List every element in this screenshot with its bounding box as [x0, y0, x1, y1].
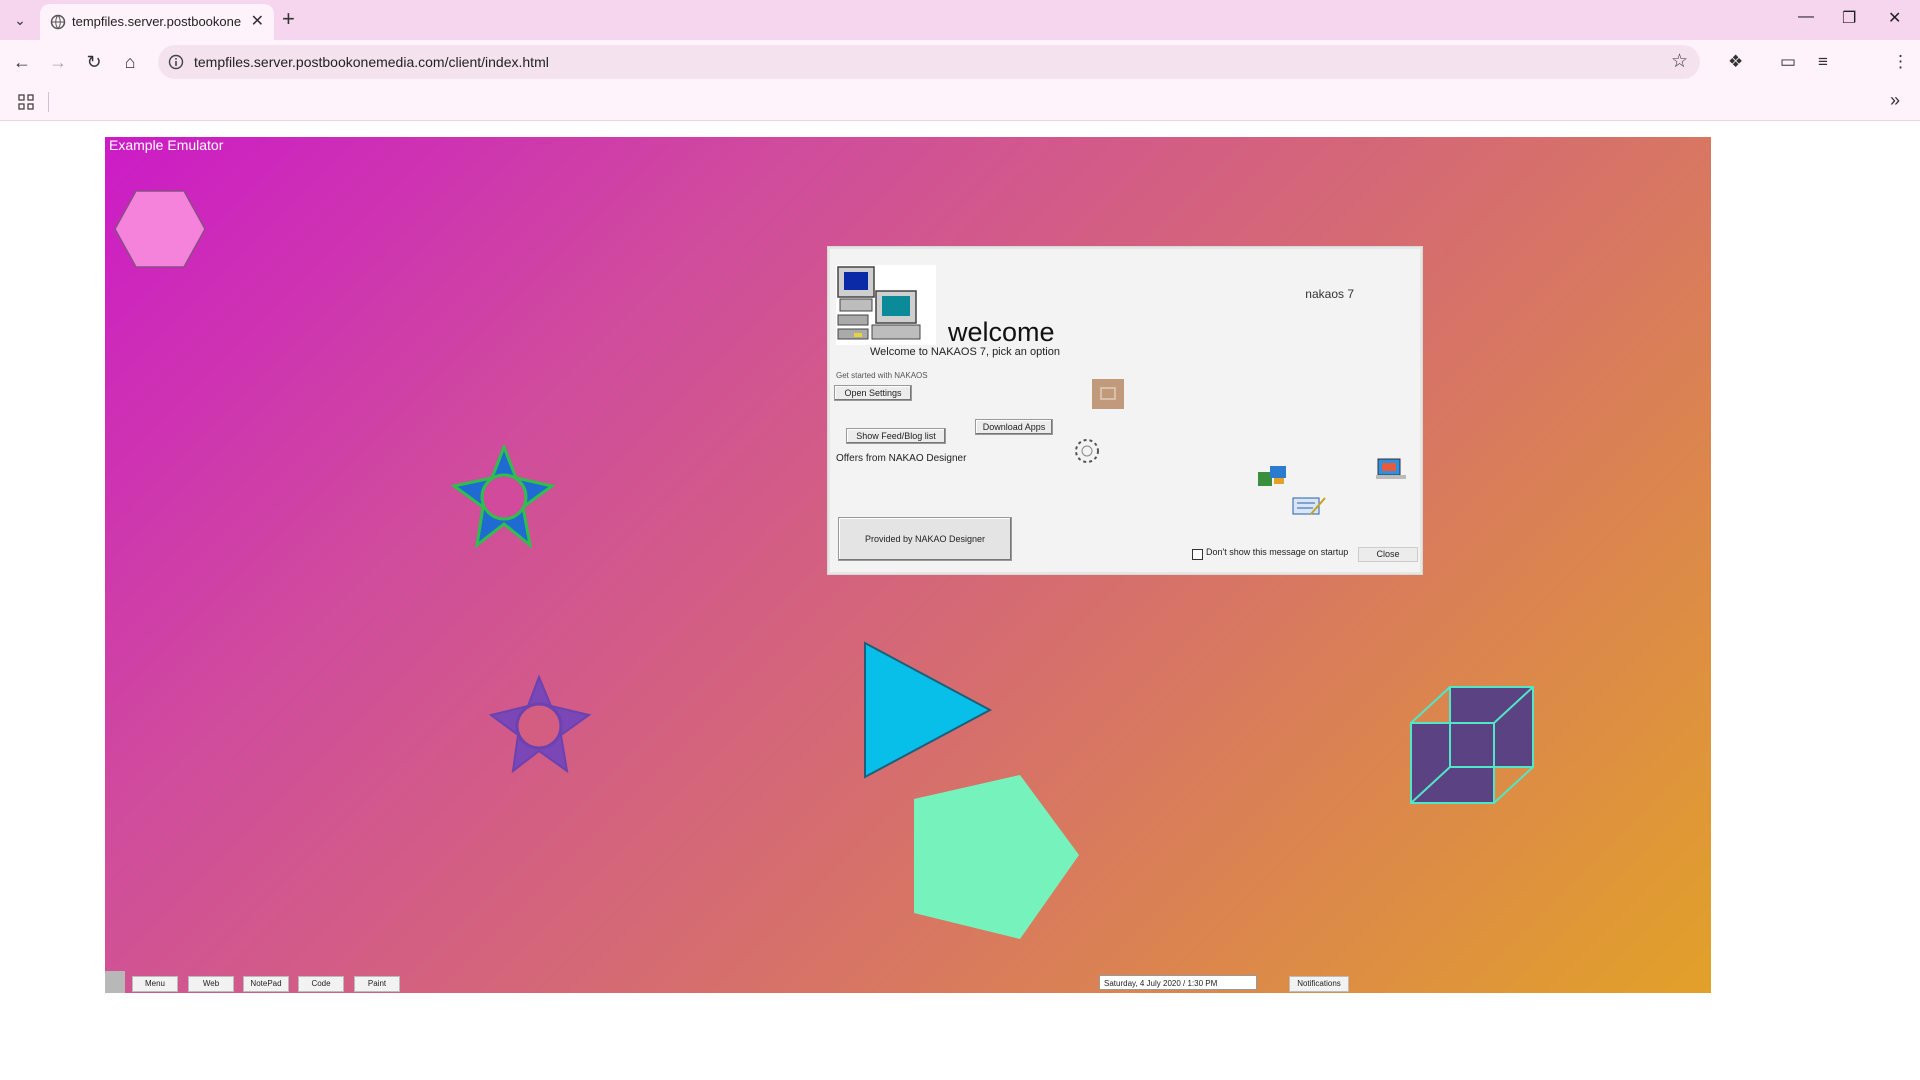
address-bar[interactable]: tempfiles.server.postbookonemedia.com/cl…: [158, 45, 1700, 79]
minimize-icon[interactable]: —: [1798, 8, 1814, 26]
cast-icon[interactable]: ▭: [1780, 52, 1796, 72]
cube-shape: [1410, 686, 1534, 804]
taskbar-paint-button[interactable]: Paint: [354, 976, 400, 992]
taskbar-web-button[interactable]: Web: [188, 976, 234, 992]
offers-label: Offers from NAKAO Designer: [836, 453, 967, 464]
bookmark-star-icon[interactable]: ☆: [1671, 50, 1688, 73]
tab-title: tempfiles.server.postbookonemedia.com: [72, 14, 242, 29]
network-app-icon[interactable]: [1256, 464, 1288, 490]
browser-toolbar: ← → ↻ ⌂ tempfiles.server.postbookonemedi…: [0, 40, 1920, 84]
dont-show-checkbox[interactable]: [1192, 549, 1203, 560]
show-feeds-button[interactable]: Show Feed/Blog list: [846, 428, 946, 444]
close-button[interactable]: Close: [1358, 547, 1418, 562]
notifications-button[interactable]: Notifications: [1289, 976, 1349, 992]
loading-spinner-icon: [1075, 439, 1099, 463]
taskbar-notepad-button[interactable]: NotePad: [243, 976, 289, 992]
apps-grid-icon[interactable]: [18, 94, 34, 110]
taskbar-clock[interactable]: Saturday, 4 July 2020 / 1:30 PM: [1099, 975, 1257, 990]
dont-show-label: Don't show this message on startup: [1206, 547, 1349, 557]
get-started-note: Get started with NAKAOS: [836, 371, 928, 380]
home-icon[interactable]: ⌂: [118, 50, 142, 74]
blue-star-shape: [450, 445, 556, 549]
triangle-shape: [864, 641, 993, 779]
open-settings-button[interactable]: Open Settings: [834, 385, 912, 401]
new-tab-icon[interactable]: +: [282, 8, 295, 30]
reload-icon[interactable]: ↻: [82, 50, 106, 74]
pentagon-shape: [914, 775, 1079, 939]
welcome-heading: welcome: [948, 317, 1055, 347]
welcome-subtitle: Welcome to NAKAOS 7, pick an option: [870, 346, 1060, 358]
more-menu-icon[interactable]: ⋮: [1892, 52, 1909, 72]
taskbar-menu-button[interactable]: Menu: [132, 976, 178, 992]
welcome-dialog: welcome nakaos 7 Welcome to NAKAOS 7, pi…: [828, 247, 1422, 574]
bookmarks-overflow-icon[interactable]: »: [1890, 90, 1900, 111]
taskbar-grip[interactable]: [105, 971, 125, 993]
hexagon-shape: [114, 190, 206, 268]
bookmarks-bar: »: [0, 84, 1920, 121]
bookmarks-separator: [48, 92, 49, 112]
forward-icon[interactable]: →: [46, 50, 70, 74]
write-app-icon[interactable]: [1291, 494, 1327, 518]
tab-search-chevron-icon[interactable]: ⌄: [8, 8, 32, 32]
url-text: tempfiles.server.postbookonemedia.com/cl…: [194, 54, 549, 70]
emulator-title: Example Emulator: [109, 137, 224, 153]
extensions-icon[interactable]: ❖: [1728, 52, 1743, 72]
download-apps-button[interactable]: Download Apps: [975, 419, 1053, 435]
media-controls-icon[interactable]: ≡: [1818, 52, 1828, 72]
network-computers-icon: [836, 265, 936, 345]
restore-icon[interactable]: ❐: [1842, 8, 1856, 28]
tab-close-icon[interactable]: ✕: [251, 11, 264, 31]
site-info-icon[interactable]: [168, 54, 184, 70]
globe-icon: [50, 14, 66, 30]
tab-strip: ⌄ tempfiles.server.postbookonemedia.com …: [0, 0, 1920, 40]
back-icon[interactable]: ←: [10, 50, 34, 74]
window-close-icon[interactable]: ✕: [1888, 8, 1901, 28]
browser-tab[interactable]: tempfiles.server.postbookonemedia.com ✕: [40, 4, 274, 40]
version-label: nakaos 7: [1305, 287, 1354, 301]
purple-star-shape: [489, 675, 592, 773]
computer-app-icon[interactable]: [1374, 457, 1408, 481]
taskbar-code-button[interactable]: Code: [298, 976, 344, 992]
provider-button[interactable]: Provided by NAKAO Designer: [838, 517, 1012, 561]
emulator-desktop[interactable]: Example Emulator welcome nakaos 7 Welcom…: [105, 137, 1711, 993]
settings-picture-icon[interactable]: [1092, 379, 1124, 409]
